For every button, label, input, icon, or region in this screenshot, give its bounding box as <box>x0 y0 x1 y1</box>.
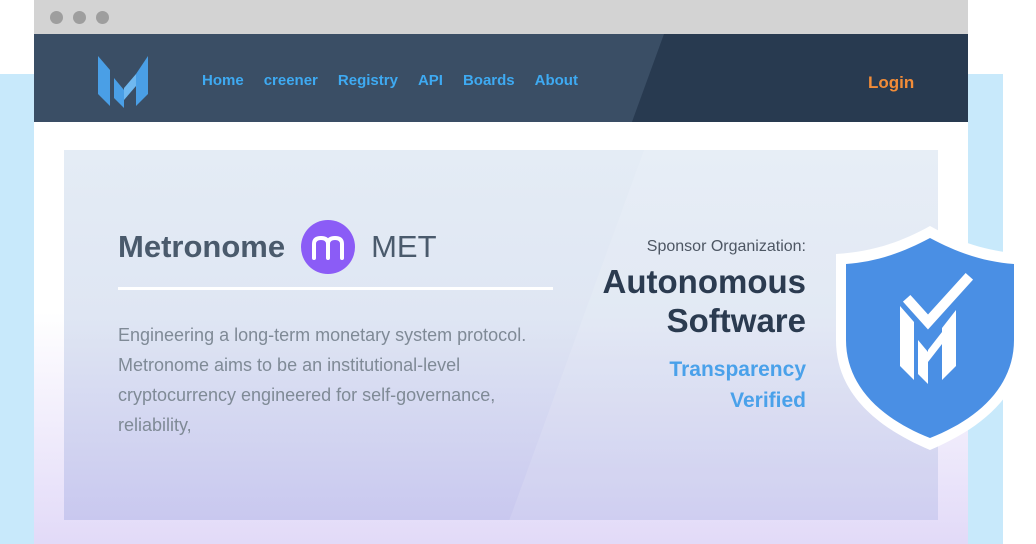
coin-description: Engineering a long-term monetary system … <box>118 325 527 435</box>
window-dot <box>50 11 63 24</box>
shield-check-icon <box>836 226 1024 450</box>
browser-window: Home creener Registry API Boards About L… <box>34 0 968 544</box>
transparency-verified-link[interactable]: Transparency Verified <box>606 354 806 416</box>
login-button[interactable]: Login <box>868 73 914 93</box>
coin-name: Metronome <box>118 229 286 264</box>
divider <box>118 287 553 290</box>
page-content: Metronome MET Engineering a long-term mo… <box>34 122 968 544</box>
nav-link-home[interactable]: Home <box>202 72 244 89</box>
metronome-logo-icon[interactable] <box>96 52 152 108</box>
nav-link-screener[interactable]: creener <box>264 72 318 89</box>
browser-titlebar <box>34 0 968 34</box>
window-dot <box>73 11 86 24</box>
sponsor-label: Sponsor Organization: <box>646 238 806 255</box>
hero-card: Metronome MET Engineering a long-term mo… <box>64 150 938 520</box>
nav-link-about[interactable]: About <box>535 72 578 89</box>
window-dot <box>96 11 109 24</box>
sponsor-block: Sponsor Organization: Autonomous Softwar… <box>566 238 806 416</box>
nav-links: Home creener Registry API Boards About <box>202 72 598 89</box>
navbar-accent <box>631 34 968 122</box>
site-navbar: Home creener Registry API Boards About L… <box>34 34 968 122</box>
coin-header: Metronome MET <box>118 220 437 274</box>
nav-link-boards[interactable]: Boards <box>463 72 515 89</box>
nav-link-api[interactable]: API <box>418 72 443 89</box>
coin-m-icon <box>301 220 356 274</box>
coin-ticker: MET <box>371 229 437 264</box>
sponsor-name[interactable]: Autonomous Software <box>566 262 806 340</box>
nav-link-registry[interactable]: Registry <box>338 72 398 89</box>
